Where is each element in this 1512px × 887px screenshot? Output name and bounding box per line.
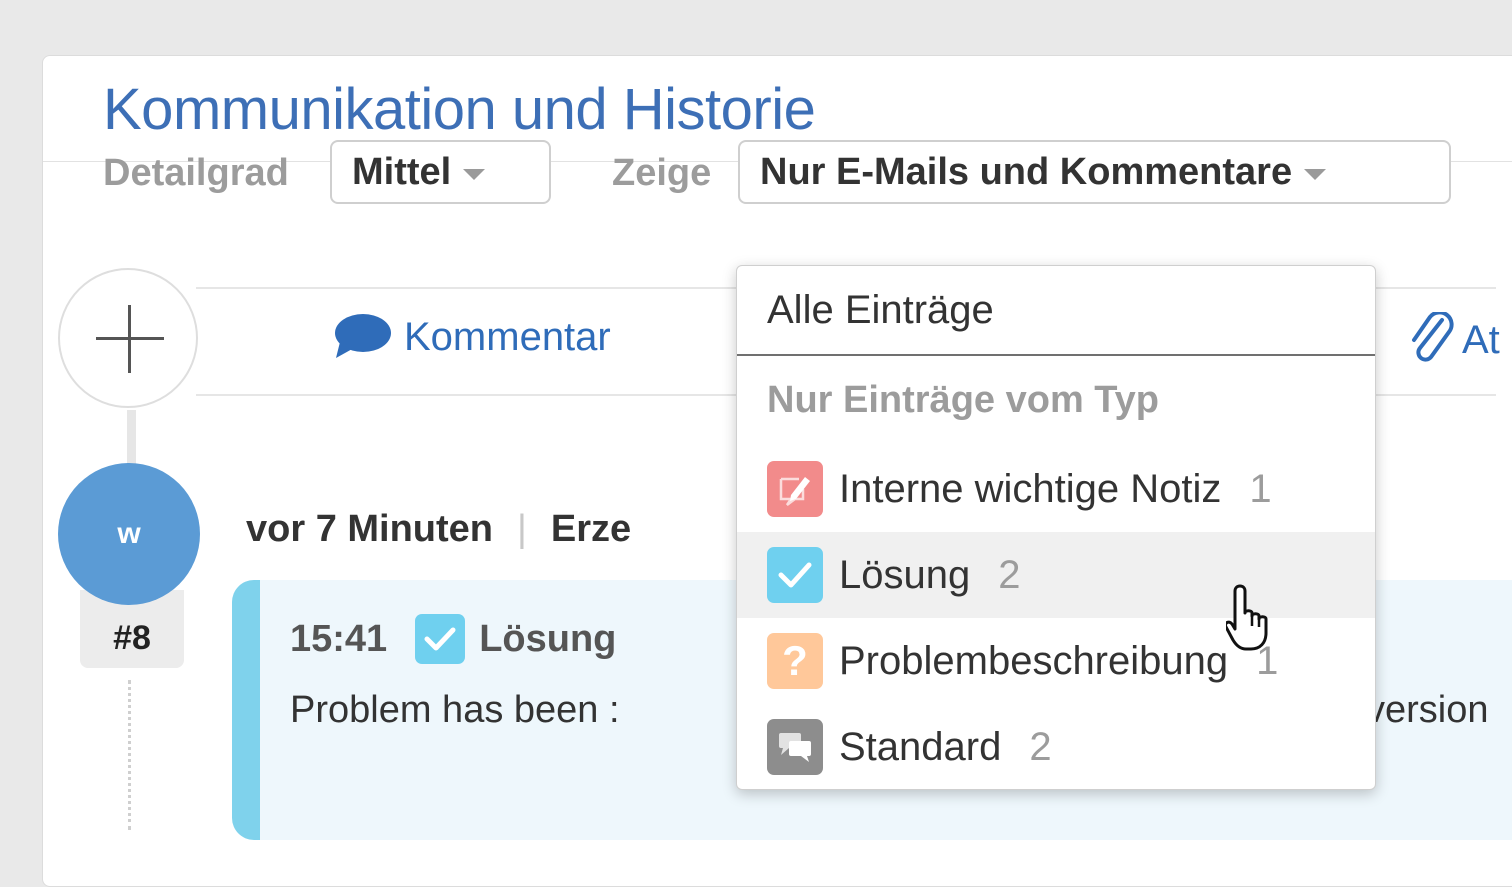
attachment-button[interactable]: At (1408, 312, 1500, 368)
dropdown-item-count: 2 (1029, 724, 1052, 769)
dropdown-item-internal-note[interactable]: Interne wichtige Notiz 1 (737, 446, 1375, 532)
comment-button-label: Kommentar (404, 314, 611, 359)
detail-level-select[interactable]: Mittel (330, 140, 551, 204)
panel-title: Kommunikation und Historie (103, 77, 816, 142)
dropdown-divider (737, 354, 1375, 356)
show-filter-select[interactable]: Nur E-Mails und Kommentare (738, 140, 1451, 204)
entry-text-end: version (1366, 689, 1489, 731)
header-separator: | (517, 508, 527, 550)
chat-icon (767, 719, 823, 775)
entry-time-ago: vor 7 Minuten (246, 508, 494, 550)
hand-pointer-cursor-icon (1226, 584, 1268, 651)
dropdown-item-count: 2 (998, 552, 1021, 597)
entry-body: Problem has been : (290, 689, 620, 732)
attachment-button-label: At (1462, 317, 1500, 362)
check-icon (415, 614, 466, 664)
question-icon: ? (767, 633, 823, 689)
dropdown-type-heading: Nur Einträge vom Typ (767, 379, 1160, 421)
check-icon (767, 547, 823, 603)
chevron-down-icon (1304, 168, 1327, 180)
entry-header: vor 7 Minuten | Erze (246, 508, 631, 551)
dropdown-item-label: Problembeschreibung (839, 638, 1229, 683)
add-entry-button[interactable] (58, 268, 198, 408)
detail-level-value: Mittel (352, 150, 452, 193)
speech-bubble-icon (335, 314, 391, 358)
dropdown-item-label: Lösung (839, 552, 971, 597)
dropdown-item-label: Standard (839, 724, 1002, 769)
dropdown-item-count: 1 (1249, 466, 1272, 511)
dropdown-item-label: Interne wichtige Notiz (839, 466, 1222, 511)
paperclip-icon (1412, 312, 1454, 362)
entry-meta: 15:41 Lösung (290, 614, 616, 664)
show-filter-dropdown: Alle Einträge Nur Einträge vom Typ Inter… (736, 265, 1376, 790)
chevron-down-icon (463, 168, 486, 180)
pencil-note-icon (767, 461, 823, 517)
entry-created-label: Erze (550, 508, 632, 550)
dropdown-item-standard[interactable]: Standard 2 (737, 704, 1375, 790)
show-filter-value: Nur E-Mails und Kommentare (760, 150, 1293, 193)
entry-text-start: Problem has been : (290, 689, 620, 731)
dropdown-item-all-entries[interactable]: Alle Einträge (767, 288, 994, 333)
detail-level-label: Detailgrad (103, 152, 289, 194)
show-label: Zeige (612, 152, 712, 194)
entry-type-label: Lösung (479, 617, 617, 660)
comment-button[interactable]: Kommentar (332, 312, 611, 362)
entry-time: 15:41 (290, 617, 388, 660)
timeline-dotted-line (128, 680, 131, 830)
avatar[interactable]: w (58, 463, 200, 605)
